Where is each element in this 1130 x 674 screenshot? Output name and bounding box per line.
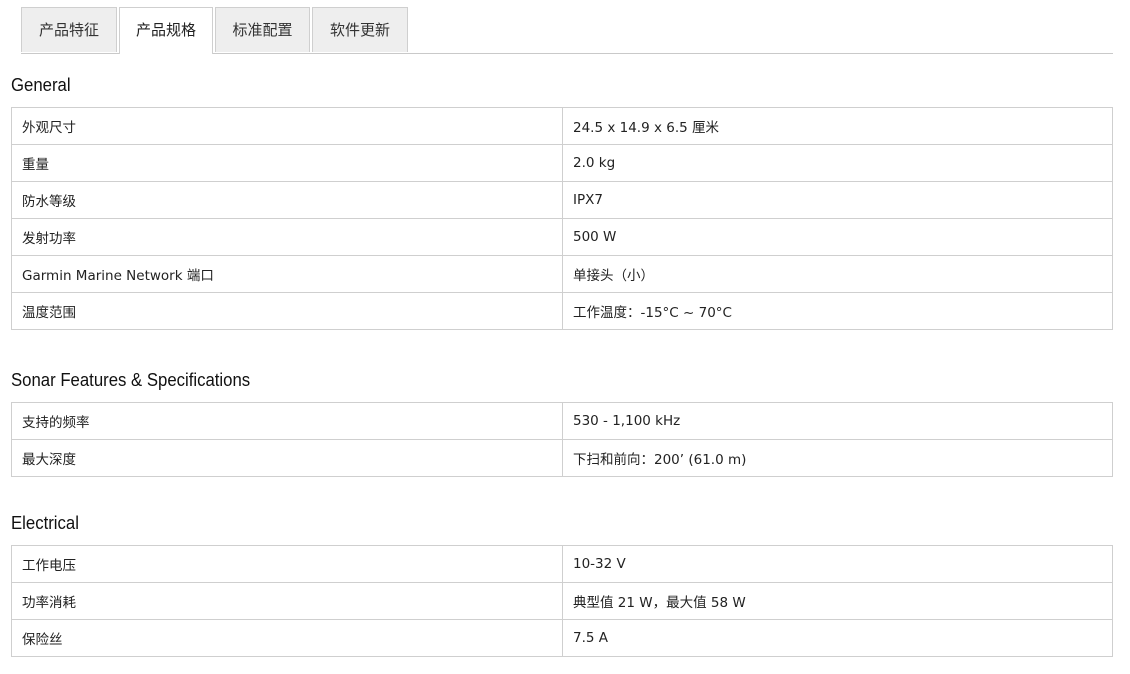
spec-label: 功率消耗 bbox=[11, 582, 563, 620]
spec-value: IPX7 bbox=[562, 181, 1113, 219]
spec-label: 外观尺寸 bbox=[11, 107, 563, 145]
spec-value: 工作温度：-15°C ~ 70°C bbox=[562, 292, 1113, 330]
table-row: 温度范围 工作温度：-15°C ~ 70°C bbox=[11, 292, 1113, 330]
spec-tabs: 产品特征 产品规格 标准配置 软件更新 bbox=[21, 7, 1113, 54]
spec-table-general: 外观尺寸 24.5 x 14.9 x 6.5 厘米 重量 2.0 kg 防水等级… bbox=[11, 107, 1113, 330]
spec-label: 温度范围 bbox=[11, 292, 563, 330]
spec-value: 500 W bbox=[562, 218, 1113, 256]
table-row: 支持的频率 530 - 1,100 kHz bbox=[11, 402, 1113, 440]
table-row: 功率消耗 典型值 21 W，最大值 58 W bbox=[11, 582, 1113, 620]
spec-label: 保险丝 bbox=[11, 619, 563, 657]
spec-table-sonar: 支持的频率 530 - 1,100 kHz 最大深度 下扫和前向：200’ (6… bbox=[11, 402, 1113, 477]
table-row: 工作电压 10-32 V bbox=[11, 545, 1113, 583]
spec-value: 下扫和前向：200’ (61.0 m) bbox=[562, 439, 1113, 477]
tab-standard-config[interactable]: 标准配置 bbox=[215, 7, 310, 52]
table-row: 重量 2.0 kg bbox=[11, 144, 1113, 182]
spec-value: 530 - 1,100 kHz bbox=[562, 402, 1113, 440]
table-row: 外观尺寸 24.5 x 14.9 x 6.5 厘米 bbox=[11, 107, 1113, 145]
tab-features[interactable]: 产品特征 bbox=[21, 7, 117, 52]
spec-value: 24.5 x 14.9 x 6.5 厘米 bbox=[562, 107, 1113, 145]
spec-value: 单接头（小） bbox=[562, 255, 1113, 293]
spec-value: 典型值 21 W，最大值 58 W bbox=[562, 582, 1113, 620]
spec-label: Garmin Marine Network 端口 bbox=[11, 255, 563, 293]
table-row: 防水等级 IPX7 bbox=[11, 181, 1113, 219]
spec-value: 10-32 V bbox=[562, 545, 1113, 583]
spec-label: 支持的频率 bbox=[11, 402, 563, 440]
tab-specifications[interactable]: 产品规格 bbox=[119, 7, 213, 54]
table-row: 发射功率 500 W bbox=[11, 218, 1113, 256]
spec-label: 最大深度 bbox=[11, 439, 563, 477]
table-row: 保险丝 7.5 A bbox=[11, 619, 1113, 657]
spec-label: 工作电压 bbox=[11, 545, 563, 583]
section-title: Electrical bbox=[11, 513, 79, 533]
section-sonar: Sonar Features & Specifications 支持的频率 53… bbox=[11, 368, 1113, 477]
spec-table-electrical: 工作电压 10-32 V 功率消耗 典型值 21 W，最大值 58 W 保险丝 … bbox=[11, 545, 1113, 657]
section-title: General bbox=[11, 75, 71, 95]
section-general: General 外观尺寸 24.5 x 14.9 x 6.5 厘米 重量 2.0… bbox=[11, 73, 1113, 330]
spec-label: 发射功率 bbox=[11, 218, 563, 256]
table-row: 最大深度 下扫和前向：200’ (61.0 m) bbox=[11, 439, 1113, 477]
spec-value: 2.0 kg bbox=[562, 144, 1113, 182]
section-title: Sonar Features & Specifications bbox=[11, 370, 251, 390]
spec-label: 重量 bbox=[11, 144, 563, 182]
tab-software-updates[interactable]: 软件更新 bbox=[312, 7, 408, 52]
table-row: Garmin Marine Network 端口 单接头（小） bbox=[11, 255, 1113, 293]
spec-value: 7.5 A bbox=[562, 619, 1113, 657]
spec-label: 防水等级 bbox=[11, 181, 563, 219]
section-electrical: Electrical 工作电压 10-32 V 功率消耗 典型值 21 W，最大… bbox=[11, 511, 1113, 657]
